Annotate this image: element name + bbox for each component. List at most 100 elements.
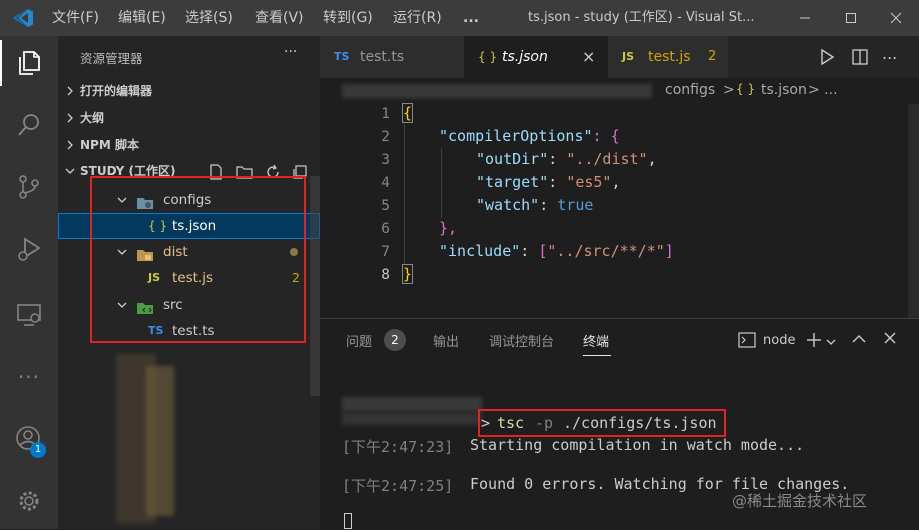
json-punct: , xyxy=(647,150,657,168)
minimize-button[interactable] xyxy=(782,0,828,36)
breadcrumb-separator: > xyxy=(723,82,735,98)
account-icon[interactable]: 1 xyxy=(0,416,58,462)
terminal-cursor xyxy=(344,513,352,529)
menu-edit[interactable]: 编辑(E) xyxy=(118,0,166,36)
line-number: 1 xyxy=(381,106,390,122)
menu-run[interactable]: 运行(R) xyxy=(393,0,442,36)
menu-more[interactable]: ... xyxy=(463,0,479,36)
line-number: 6 xyxy=(381,221,390,237)
blurred-path xyxy=(342,413,482,425)
tab-problems[interactable]: 问题 xyxy=(346,331,372,351)
json-string: "es5" xyxy=(566,173,612,191)
chevron-down-icon[interactable] xyxy=(826,335,836,350)
line-number: 5 xyxy=(381,198,390,214)
breadcrumb-file[interactable]: ts.json xyxy=(761,82,807,98)
menu-go[interactable]: 转到(G) xyxy=(323,0,373,36)
more-icon[interactable]: ··· xyxy=(0,354,58,400)
json-boolean: true xyxy=(557,196,594,214)
sidebar-scrollbar[interactable] xyxy=(310,176,320,396)
menu-file[interactable]: 文件(F) xyxy=(52,0,99,36)
remote-explorer-icon[interactable] xyxy=(0,292,58,338)
editor-scrollbar[interactable] xyxy=(908,104,919,318)
log-message: Starting compilation in watch mode... xyxy=(470,436,805,454)
code-line: "outDir": "../dist", xyxy=(476,150,657,168)
section-label: NPM 脚本 xyxy=(80,138,139,152)
terminal-name[interactable]: node xyxy=(763,333,795,348)
explorer-more-button[interactable]: ··· xyxy=(284,44,297,60)
command-tsc: tsc xyxy=(497,414,525,432)
section-outline[interactable]: 大纲 xyxy=(58,105,320,131)
search-icon[interactable] xyxy=(0,102,58,148)
tab-label: test.js xyxy=(648,49,691,65)
settings-gear-icon[interactable] xyxy=(0,478,58,524)
code-line: } xyxy=(401,264,414,284)
source-control-icon[interactable] xyxy=(0,164,58,210)
blurred-path xyxy=(342,84,652,98)
close-tab-button[interactable]: × xyxy=(582,36,595,78)
editor-more-button[interactable]: ... xyxy=(882,44,897,63)
json-key: "watch" xyxy=(476,196,540,214)
new-terminal-icon[interactable] xyxy=(805,331,823,353)
run-debug-icon[interactable] xyxy=(0,226,58,272)
tab-ts-json[interactable]: { } ts.json × xyxy=(464,36,608,78)
run-icon[interactable] xyxy=(818,48,836,70)
menu-view[interactable]: 查看(V) xyxy=(255,0,304,36)
line-number: 7 xyxy=(381,244,390,260)
json-punct: : xyxy=(539,196,558,214)
bracket: }, xyxy=(439,219,458,237)
maximize-button[interactable] xyxy=(828,0,874,36)
section-label: 大纲 xyxy=(80,111,105,125)
code-line: "watch": true xyxy=(476,196,593,214)
window-title: ts.json - study (工作区) - Visual St... xyxy=(528,10,755,25)
active-tab-underline xyxy=(583,355,611,356)
breadcrumb-tail[interactable]: > ... xyxy=(808,82,838,98)
line-number: 3 xyxy=(381,152,390,168)
section-label: 打开的编辑器 xyxy=(80,84,153,98)
code-line: "target": "es5", xyxy=(476,173,621,191)
js-file-icon: JS xyxy=(622,50,635,63)
json-punct: , xyxy=(611,173,621,191)
tab-output[interactable]: 输出 xyxy=(433,331,459,351)
json-string: "../src/**/*" xyxy=(547,242,665,260)
activity-bar: ··· 1 xyxy=(0,36,58,529)
breadcrumb-folder[interactable]: configs xyxy=(665,82,715,98)
json-punct: : { xyxy=(592,127,620,145)
split-editor-icon[interactable] xyxy=(851,48,869,70)
indent-guide xyxy=(441,148,442,218)
tab-label: test.ts xyxy=(360,49,405,65)
vscode-logo-icon[interactable] xyxy=(12,8,34,28)
indent-guide xyxy=(404,124,405,264)
bracket: ] xyxy=(664,242,674,260)
blurred-path xyxy=(342,397,482,411)
chevron-right-icon xyxy=(62,132,78,158)
files-icon[interactable] xyxy=(0,40,58,86)
maximize-panel-icon[interactable] xyxy=(852,333,866,348)
section-open-editors[interactable]: 打开的编辑器 xyxy=(58,78,320,104)
code-line: { xyxy=(401,103,414,123)
chevron-right-icon xyxy=(62,78,78,104)
log-time: [下午2:47:25] xyxy=(342,477,454,495)
code-line: "compilerOptions": { xyxy=(439,127,620,145)
menu-selection[interactable]: 选择(S) xyxy=(185,0,233,36)
log-time: [下午2:47:23] xyxy=(342,438,454,456)
close-panel-icon[interactable] xyxy=(884,332,896,348)
json-key: "include" xyxy=(439,242,521,260)
breadcrumb: configs > { } ts.json > ... xyxy=(320,78,919,104)
prompt-symbol: > xyxy=(481,414,491,432)
close-window-button[interactable] xyxy=(873,0,919,36)
json-key: "compilerOptions" xyxy=(439,127,593,145)
json-file-icon: { } xyxy=(736,82,756,96)
watermark: @稀土掘金技术社区 xyxy=(732,492,868,510)
tab-test-ts[interactable]: TS test.ts xyxy=(320,36,464,78)
tab-terminal[interactable]: 终端 xyxy=(583,331,609,351)
terminal-icon xyxy=(738,332,756,352)
bracket: } xyxy=(401,264,414,284)
section-npm-scripts[interactable]: NPM 脚本 xyxy=(58,132,320,158)
json-punct: : xyxy=(548,150,567,168)
tab-debug-console[interactable]: 调试控制台 xyxy=(489,331,554,351)
tab-test-js[interactable]: JS test.js 2 xyxy=(608,36,728,78)
code-editor[interactable]: 1 2 3 4 5 6 7 8 { "compilerOptions": { "… xyxy=(320,103,919,318)
command-path: ./configs/ts.json xyxy=(563,414,717,432)
line-number: 8 xyxy=(381,267,390,283)
json-key: "outDir" xyxy=(476,150,549,168)
